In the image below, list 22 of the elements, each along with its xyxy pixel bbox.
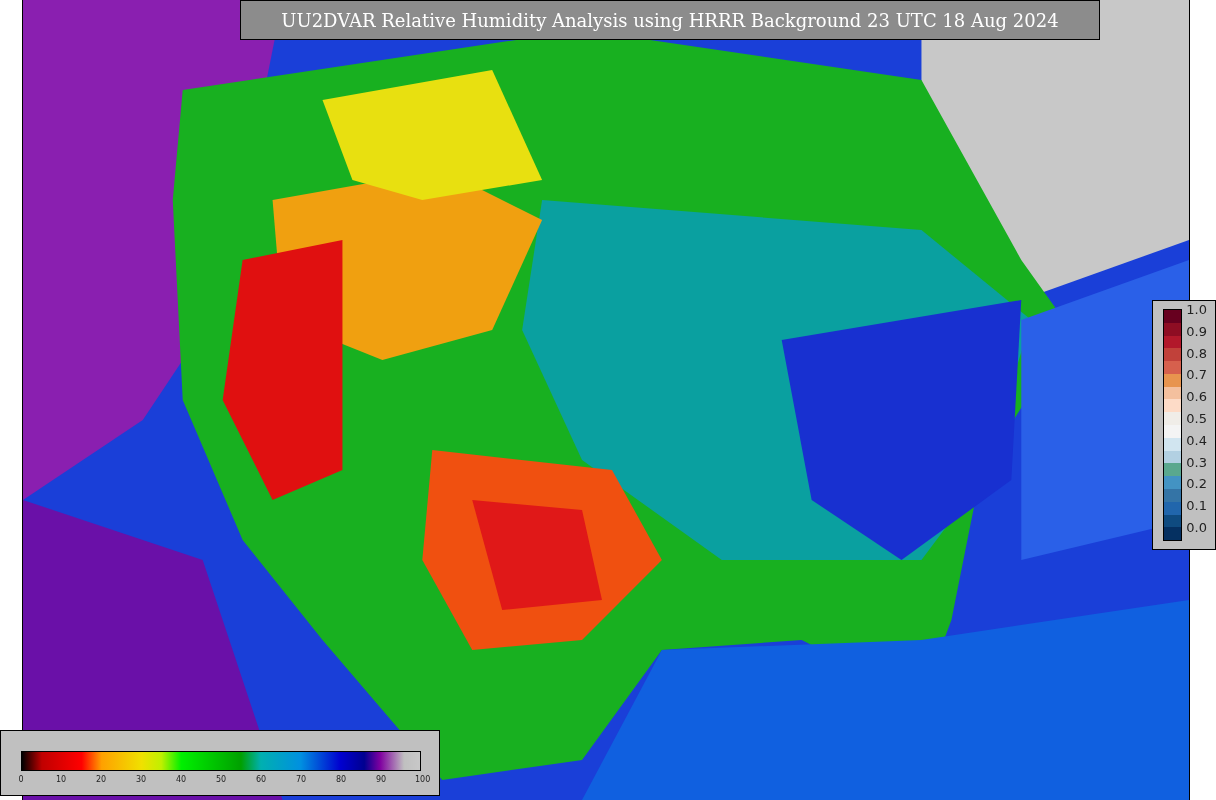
colorbar-tick-label: 80 xyxy=(335,775,347,785)
colorbar-tick-label: 50 xyxy=(215,775,227,785)
colorbar-tick-label: 0.7 xyxy=(1186,368,1207,383)
colorbar-tick-label: 30 xyxy=(135,775,147,785)
map-title: UU2DVAR Relative Humidity Analysis using HRRR Background 23 UTC 18 Aug 2024 xyxy=(240,0,1100,40)
colorbar-tick-label: 90 xyxy=(375,775,387,785)
colorbar-tick-label: 0.8 xyxy=(1186,346,1207,361)
colorbar-tick-label: 60 xyxy=(255,775,267,785)
colorbar-tick-label: 0.4 xyxy=(1186,433,1207,448)
colorbar-tick-label: 70 xyxy=(295,775,307,785)
colorbar-tick-label: 0.0 xyxy=(1186,520,1207,535)
colorbar-tick-label: 0.2 xyxy=(1186,477,1207,492)
colorbar-tick-label: 0.1 xyxy=(1186,499,1207,514)
colorbar-tick-label: 0 xyxy=(17,775,25,785)
colorbar-tick-label: 1.0 xyxy=(1186,303,1207,317)
colorbar-tick-label: 20 xyxy=(95,775,107,785)
colorbar-tick-label: 10 xyxy=(55,775,67,785)
colorbar-tick-label: 0.3 xyxy=(1186,455,1207,470)
colorbar-tick-label: 0.6 xyxy=(1186,390,1207,405)
colorbar-tick-label: 40 xyxy=(175,775,187,785)
colorbar-tick-label: 0.9 xyxy=(1186,324,1207,339)
colorbar-tick-label: 0.5 xyxy=(1186,412,1207,426)
